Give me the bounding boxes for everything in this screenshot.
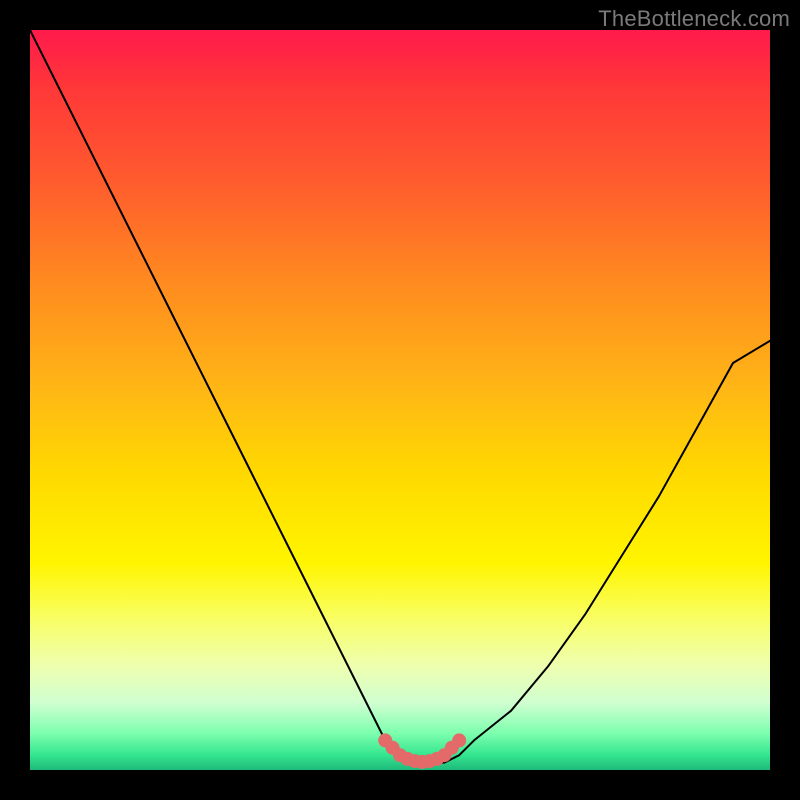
plot-area bbox=[30, 30, 770, 770]
chart-frame: TheBottleneck.com bbox=[0, 0, 800, 800]
watermark-text: TheBottleneck.com bbox=[598, 6, 790, 32]
curve-layer bbox=[30, 30, 770, 770]
trough-marker-dots bbox=[378, 733, 466, 769]
trough-marker-dot bbox=[452, 733, 466, 747]
bottleneck-curve bbox=[30, 30, 770, 763]
